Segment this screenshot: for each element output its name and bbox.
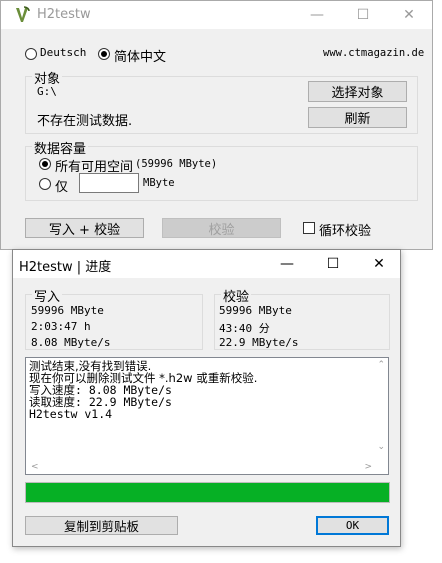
verify-group-title: 校验 [221, 286, 252, 305]
scroll-down-icon[interactable]: ⌄ [377, 442, 385, 452]
loop-verify-label[interactable]: 循环校验 [319, 220, 371, 239]
write-verify-button[interactable]: 写入 + 校验 [25, 218, 144, 238]
loop-verify-checkbox[interactable] [303, 222, 315, 234]
main-window-title: H2testw [37, 7, 91, 22]
radio-all-space[interactable] [39, 158, 51, 170]
main-window: H2testw — ☐ ✕ Deutsch 简体中文 www.ctmagazin… [0, 0, 433, 250]
select-target-button[interactable]: 选择对象 [308, 81, 407, 102]
radio-deutsch[interactable] [25, 48, 37, 60]
scroll-up-icon[interactable]: ⌃ [377, 360, 385, 370]
write-group-title: 写入 [32, 286, 63, 305]
size-input[interactable] [79, 173, 139, 193]
size-unit-label: MByte [143, 177, 175, 189]
verify-speed: 22.9 MByte/s [219, 336, 299, 349]
verify-button[interactable]: 校验 [162, 218, 281, 238]
close-icon[interactable]: ✕ [356, 250, 402, 278]
progress-bar-fill [26, 483, 389, 502]
only-label[interactable]: 仅 [55, 176, 68, 195]
copy-to-clipboard-button[interactable]: 复制到剪贴板 [25, 516, 178, 535]
progress-window: H2testw | 进度 — ☐ ✕ 写入 59996 MByte 2:03:4… [12, 249, 401, 547]
radio-chinese[interactable] [98, 48, 110, 60]
target-status: 不存在测试数据. [37, 114, 133, 129]
capacity-group-title: 数据容量 [32, 138, 89, 157]
chinese-label[interactable]: 简体中文 [114, 46, 166, 65]
verify-time: 43:40 分 [219, 322, 270, 335]
scroll-right-icon[interactable]: > [364, 462, 372, 472]
main-title-bar[interactable]: H2testw — ☐ ✕ [1, 1, 432, 29]
all-space-value: (59996 MByte) [135, 158, 218, 170]
write-size: 59996 MByte [31, 304, 104, 317]
close-icon[interactable]: ✕ [386, 1, 432, 29]
refresh-button[interactable]: 刷新 [308, 107, 407, 128]
progress-bar [25, 482, 390, 503]
result-log[interactable]: 测试结束,没有找到错误. 现在你可以删除测试文件 *.h2w 或重新校验. 写入… [25, 357, 389, 475]
ok-button[interactable]: OK [316, 516, 389, 535]
scroll-left-icon[interactable]: < [31, 462, 39, 472]
ok-button-label: OK [345, 519, 360, 532]
write-time: 2:03:47 h [31, 320, 91, 333]
write-speed: 8.08 MByte/s [31, 336, 111, 349]
maximize-icon[interactable]: ☐ [310, 250, 356, 278]
progress-title-bar[interactable]: H2testw | 进度 — ☐ ✕ [13, 250, 400, 278]
ctmagazin-link[interactable]: www.ctmagazin.de [323, 47, 424, 59]
radio-only[interactable] [39, 178, 51, 190]
h2testw-app-icon [16, 6, 30, 22]
deutsch-label[interactable]: Deutsch [40, 46, 86, 59]
target-path: G:\ [37, 85, 57, 98]
log-line: H2testw v1.4 [29, 407, 113, 421]
minimize-icon[interactable]: — [294, 1, 340, 29]
maximize-icon[interactable]: ☐ [340, 1, 386, 29]
minimize-icon[interactable]: — [264, 250, 310, 278]
progress-window-title: H2testw | 进度 [19, 260, 112, 275]
verify-size: 59996 MByte [219, 304, 292, 317]
